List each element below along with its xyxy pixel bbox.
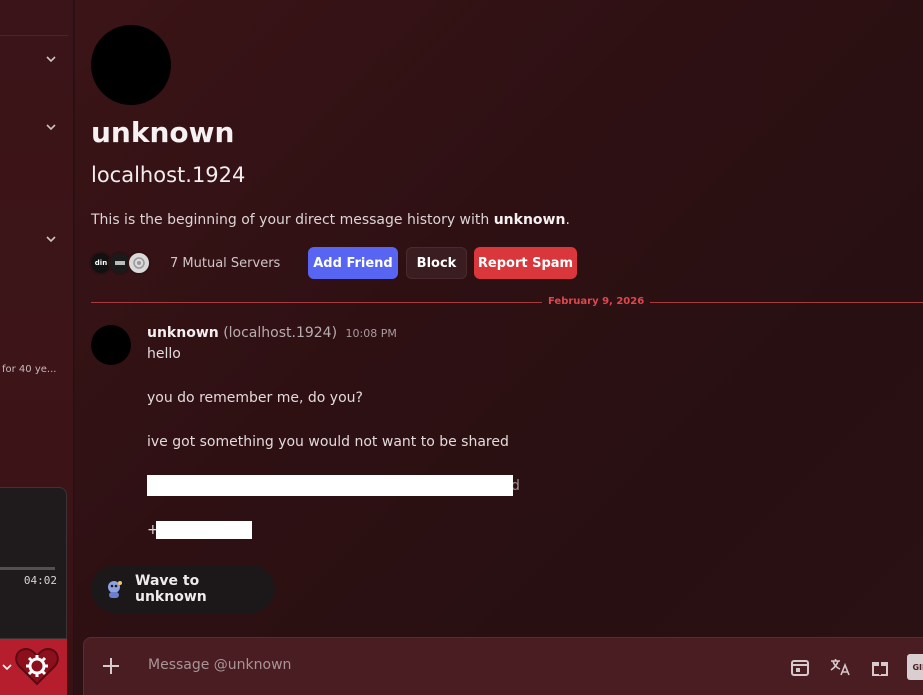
profile-avatar[interactable] bbox=[91, 25, 171, 105]
message-author-avatar[interactable] bbox=[91, 325, 131, 365]
sidebar-divider bbox=[0, 35, 68, 36]
message-author[interactable]: unknown bbox=[147, 325, 219, 341]
date-divider bbox=[91, 302, 923, 303]
dm-chat-area: unknown localhost.1924 This is the begin… bbox=[75, 0, 923, 695]
server-icon bbox=[127, 251, 151, 275]
profile-display-name: unknown bbox=[91, 116, 235, 149]
plus-icon[interactable] bbox=[100, 655, 122, 677]
media-player-panel: 04:02 bbox=[0, 487, 67, 639]
intro-name: unknown bbox=[493, 212, 566, 228]
mutual-servers[interactable]: din 7 Mutual Servers bbox=[89, 247, 280, 279]
sidebar-activity-text: for 40 ye... bbox=[2, 364, 57, 375]
profile-username: localhost.1924 bbox=[91, 163, 246, 187]
report-spam-button[interactable]: Report Spam bbox=[474, 247, 577, 279]
block-button[interactable]: Block bbox=[406, 247, 467, 279]
gift-icon[interactable] bbox=[867, 654, 893, 680]
gif-icon[interactable]: GIF bbox=[907, 654, 923, 680]
wave-button[interactable]: Wave to unknown bbox=[91, 565, 275, 613]
redaction-block bbox=[156, 521, 252, 539]
redaction-block bbox=[147, 475, 513, 496]
mutual-servers-label: 7 Mutual Servers bbox=[170, 255, 281, 271]
message-line: ive got something you would not want to … bbox=[147, 434, 509, 450]
message-author-handle: (localhost.1924) bbox=[223, 325, 338, 341]
translate-icon[interactable] bbox=[827, 654, 853, 680]
settings-gear-icon[interactable] bbox=[13, 642, 61, 690]
composer-actions: GIF bbox=[787, 654, 923, 680]
chevron-down-icon[interactable] bbox=[1, 658, 13, 671]
channel-sidebar: for 40 ye... 04:02 bbox=[0, 0, 74, 695]
date-divider-label: February 9, 2026 bbox=[542, 296, 651, 307]
message-input[interactable]: Message @unknown bbox=[148, 657, 291, 673]
message-line: hello bbox=[147, 346, 181, 362]
chevron-down-icon[interactable] bbox=[44, 231, 58, 245]
message-timestamp: 10:08 PM bbox=[345, 327, 397, 340]
chevron-down-icon[interactable] bbox=[44, 51, 58, 65]
calendar-icon[interactable] bbox=[787, 654, 813, 680]
message-line: you do remember me, do you? bbox=[147, 390, 363, 406]
intro-prefix: This is the beginning of your direct mes… bbox=[91, 212, 494, 228]
wave-label: Wave to unknown bbox=[135, 573, 207, 605]
message-header: unknown (localhost.1924) 10:08 PM bbox=[147, 325, 397, 341]
message-composer: Message @unknown GIF bbox=[83, 637, 923, 695]
chevron-down-icon[interactable] bbox=[44, 119, 58, 133]
user-panel bbox=[0, 639, 67, 695]
intro-suffix: . bbox=[565, 212, 570, 228]
playback-progress-bar[interactable] bbox=[0, 567, 55, 570]
add-friend-button[interactable]: Add Friend bbox=[308, 247, 398, 279]
gif-label: GIF bbox=[907, 654, 923, 680]
playback-time: 04:02 bbox=[23, 574, 57, 587]
wumpus-wave-icon bbox=[103, 578, 125, 600]
dm-intro-text: This is the beginning of your direct mes… bbox=[91, 212, 570, 228]
